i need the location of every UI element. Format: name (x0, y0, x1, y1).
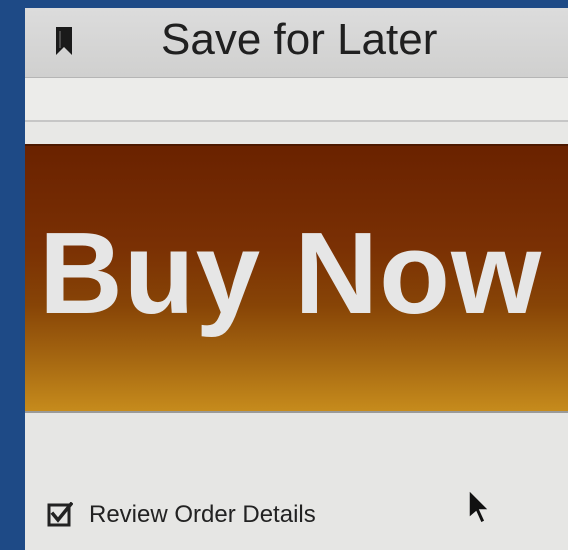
review-order-label: Review Order Details (89, 501, 316, 528)
buy-now-button[interactable]: Buy Now (25, 144, 568, 411)
save-for-later-button[interactable]: Save for Later (161, 14, 437, 66)
screen: Save for Later Buy Now Review Order Deta… (25, 8, 568, 550)
review-order-option[interactable]: Review Order Details (47, 500, 316, 530)
mouse-pointer-icon (468, 488, 491, 525)
save-for-later-bar[interactable]: Save for Later (25, 8, 568, 78)
buy-now-label: Buy Now (39, 208, 543, 338)
checkbox-checked-icon[interactable] (47, 502, 73, 528)
bookmark-icon (56, 27, 72, 55)
divider-strip (25, 78, 568, 122)
